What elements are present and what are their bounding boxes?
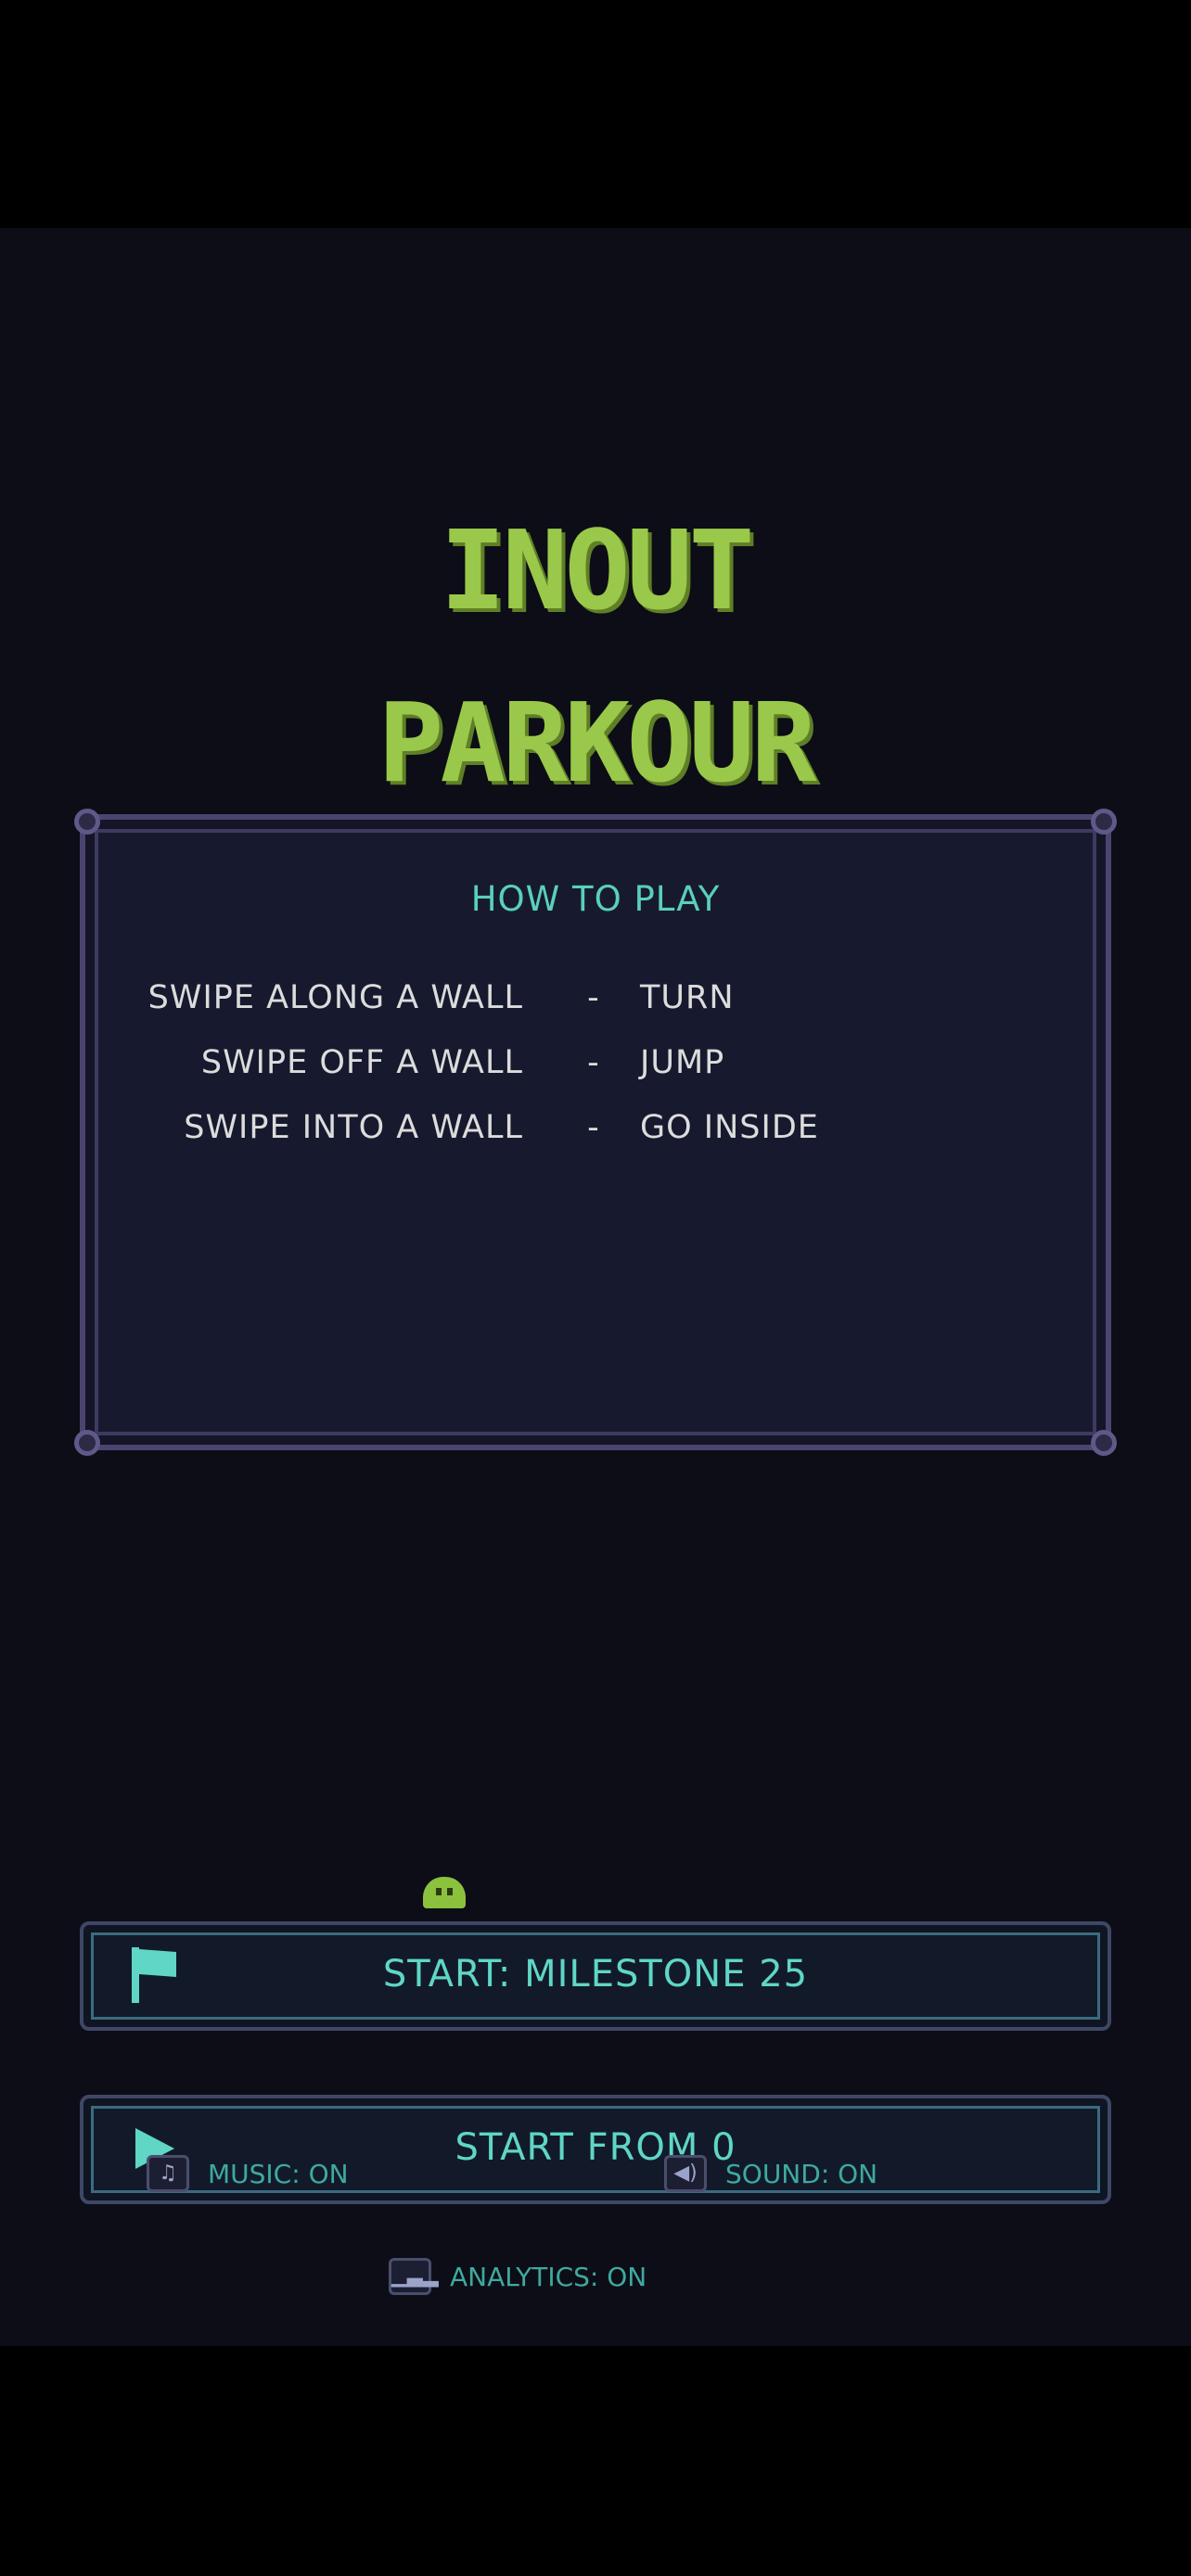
panel-rivet-icon [74, 809, 100, 835]
bar-chart-icon: ▁▃▂ [389, 2258, 439, 2295]
panel-rivet-icon [1091, 1430, 1117, 1456]
slime-eye [436, 1888, 442, 1895]
game-screen: INOUT PARKOUR HOW TO PLAY SWIPE ALONG A … [0, 228, 1191, 2346]
rule-separator: - [587, 1109, 600, 1146]
panel-rivet-icon [74, 1430, 100, 1456]
sound-toggle[interactable]: ◀) SOUND: ON [664, 2155, 877, 2192]
music-note-icon: ♫ [147, 2155, 189, 2192]
rule-separator: - [587, 979, 600, 1016]
start-milestone-button[interactable]: START: MILESTONE 25 [80, 1921, 1111, 2031]
speaker-icon: ◀) [664, 2155, 707, 2192]
rule-action: TURN [640, 979, 735, 1016]
rule-action: GO INSIDE [640, 1109, 819, 1146]
rule-gesture: SWIPE ALONG A WALL [147, 979, 523, 1016]
start-milestone-label: START: MILESTONE 25 [382, 1953, 809, 1996]
game-title-line2: PARKOUR [378, 679, 816, 807]
how-to-play-panel: HOW TO PLAY SWIPE ALONG A WALL - TURN SW… [74, 809, 1117, 1456]
sound-toggle-label: SOUND: ON [725, 2158, 878, 2189]
rule-row: SWIPE INTO A WALL - GO INSIDE [85, 1109, 1106, 1155]
rule-row: SWIPE OFF A WALL - JUMP [85, 1044, 1106, 1090]
rule-gesture: SWIPE INTO A WALL [184, 1109, 523, 1146]
game-title-line1: INOUT [440, 506, 754, 634]
rule-row: SWIPE ALONG A WALL - TURN [85, 979, 1106, 1026]
rule-gesture: SWIPE OFF A WALL [200, 1044, 523, 1081]
rule-action: JUMP [640, 1044, 725, 1081]
how-to-play-heading: HOW TO PLAY [470, 879, 721, 919]
panel-rivet-icon [1091, 809, 1117, 835]
slime-character [423, 1877, 466, 1908]
slime-eye [447, 1888, 453, 1895]
rule-separator: - [587, 1044, 600, 1081]
analytics-toggle-label: ANALYTICS: ON [450, 2261, 647, 2292]
analytics-toggle[interactable]: ▁▃▂ ANALYTICS: ON [389, 2258, 647, 2295]
music-toggle[interactable]: ♫ MUSIC: ON [147, 2155, 349, 2192]
music-toggle-label: MUSIC: ON [208, 2158, 349, 2189]
